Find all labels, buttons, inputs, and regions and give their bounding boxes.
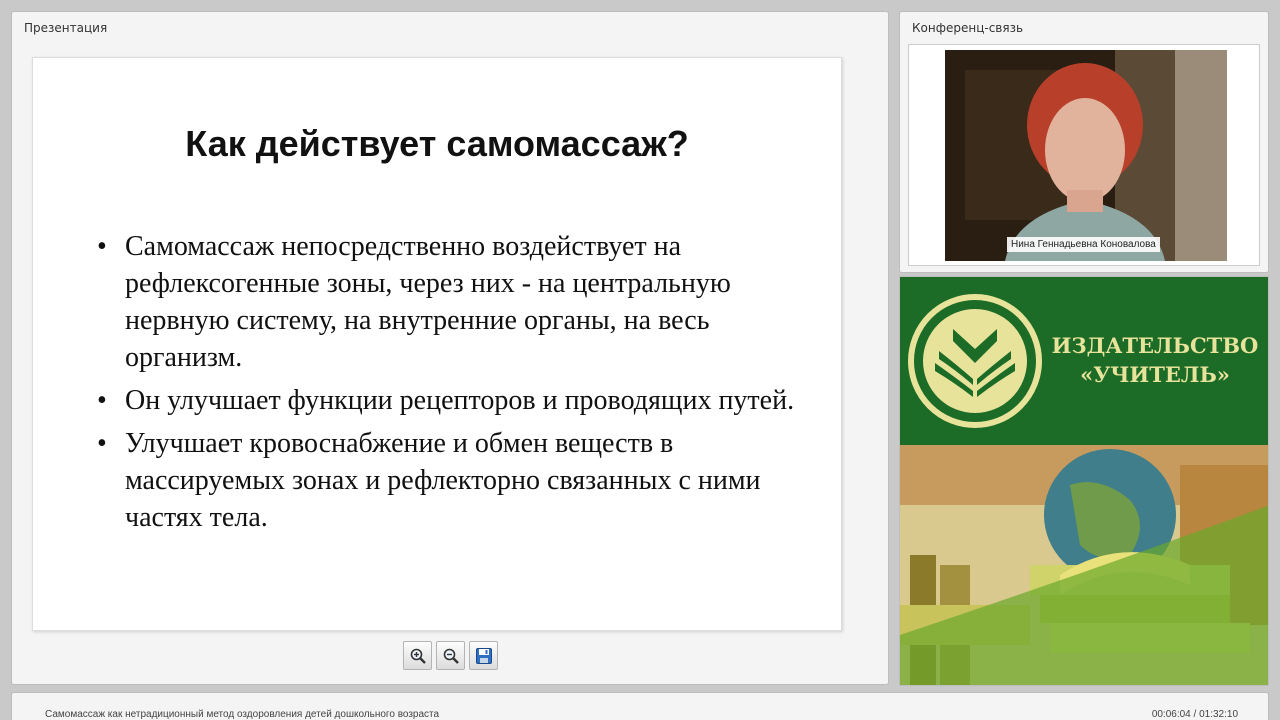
save-button[interactable] bbox=[469, 641, 498, 670]
publisher-logo bbox=[908, 294, 1042, 428]
conference-panel-title: Конференц-связь bbox=[912, 21, 1024, 35]
books-globe-illustration bbox=[900, 445, 1268, 685]
video-frame: Нина Геннадьевна Коновалова bbox=[908, 44, 1260, 266]
playback-time: 00:06:04 / 01:32:10 bbox=[1151, 709, 1238, 720]
webinar-title: Самомассаж как нетрадиционный метод оздо… bbox=[45, 709, 440, 720]
speaker-portrait bbox=[945, 50, 1227, 261]
slide-toolbar bbox=[403, 641, 498, 671]
publisher-name-line2: «УЧИТЕЛЬ» bbox=[1080, 362, 1230, 387]
footer-bar: Самомассаж как нетрадиционный метод оздо… bbox=[11, 692, 1269, 720]
publisher-banner: ИЗДАТЕЛЬСТВО «УЧИТЕЛЬ» bbox=[899, 276, 1269, 686]
slide-bullet: Самомассаж непосредственно воздействует … bbox=[97, 228, 797, 376]
slide: Как действует самомассаж? Самомассаж неп… bbox=[32, 57, 842, 631]
slide-bullet: Улучшает кровоснабжение и обмен веществ … bbox=[97, 425, 797, 536]
zoom-out-icon bbox=[443, 648, 459, 664]
webcam-video: Нина Геннадьевна Коновалова bbox=[945, 50, 1227, 261]
slide-title: Как действует самомассаж? bbox=[185, 123, 689, 164]
save-icon bbox=[475, 647, 492, 664]
conference-panel: Конференц-связь Нина Геннадьевна Коновал… bbox=[899, 11, 1269, 273]
slide-bullet: Он улучшает функции рецепторов и проводя… bbox=[97, 382, 797, 419]
publisher-name-line1: ИЗДАТЕЛЬСТВО bbox=[1051, 333, 1259, 358]
slide-bullet-list: Самомассаж непосредственно воздействует … bbox=[97, 228, 797, 542]
zoom-in-button[interactable] bbox=[403, 641, 432, 670]
zoom-in-icon bbox=[410, 648, 426, 664]
presentation-panel: Презентация Как действует самомассаж? Са… bbox=[11, 11, 889, 685]
zoom-out-button[interactable] bbox=[436, 641, 465, 670]
participant-name-tag: Нина Геннадьевна Коновалова bbox=[1007, 237, 1160, 252]
banner-header: ИЗДАТЕЛЬСТВО «УЧИТЕЛЬ» bbox=[900, 277, 1268, 445]
publisher-name: ИЗДАТЕЛЬСТВО «УЧИТЕЛЬ» bbox=[1050, 331, 1260, 389]
presentation-panel-title: Презентация bbox=[24, 21, 108, 35]
